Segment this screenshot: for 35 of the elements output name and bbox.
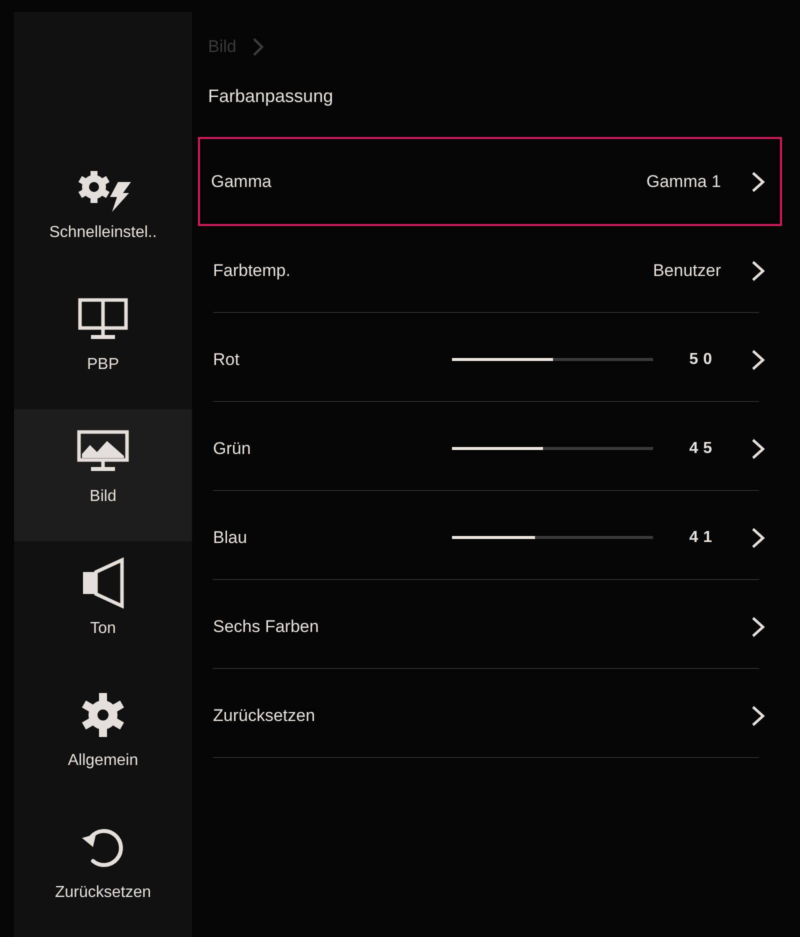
- sidebar-item[interactable]: PBP: [14, 277, 192, 409]
- row-value: Gamma 1: [646, 172, 721, 192]
- slider-track[interactable]: [452, 447, 654, 450]
- row-label: Blau: [213, 528, 248, 548]
- row-label: Sechs Farben: [213, 616, 320, 636]
- speaker-icon: [81, 557, 125, 609]
- sidebar-item[interactable]: Ton: [14, 541, 192, 673]
- chevron-right-icon: [751, 438, 765, 460]
- value-reading: 50: [689, 350, 717, 368]
- split-monitor-icon: [78, 298, 128, 340]
- row-label: Zurücksetzen: [213, 706, 316, 726]
- row-label: Grün: [213, 438, 252, 458]
- chevron-right-icon: [751, 616, 765, 638]
- sidebar-item[interactable]: Bild: [14, 409, 192, 541]
- slider-track[interactable]: [452, 536, 654, 539]
- picture-monitor-icon: [77, 430, 129, 472]
- row-value: Benutzer: [652, 260, 721, 280]
- chevron-right-icon: [751, 260, 765, 282]
- sidebar-item[interactable]: Allgemein: [14, 673, 192, 805]
- row-label: Farbtemp.: [213, 260, 292, 280]
- row-label: Rot: [213, 350, 240, 370]
- page-title: Farbanpassung: [207, 85, 334, 108]
- sidebar-item[interactable]: Schnelleinstel..: [14, 145, 192, 277]
- value-reading: 41: [689, 528, 717, 546]
- value-reading: 45: [689, 440, 717, 458]
- menu-row[interactable]: Gamma Gamma 1: [198, 137, 782, 226]
- sidebar-item[interactable]: Zurücksetzen: [14, 805, 192, 937]
- chevron-right-icon: [751, 348, 765, 370]
- row-label: Gamma: [211, 172, 272, 192]
- chevron-right-icon: [252, 37, 264, 57]
- chevron-right-icon: [751, 704, 765, 726]
- chevron-right-icon: [751, 170, 765, 192]
- slider-track[interactable]: [452, 358, 654, 361]
- settings-icon: [79, 690, 127, 740]
- chevron-right-icon: [751, 526, 765, 548]
